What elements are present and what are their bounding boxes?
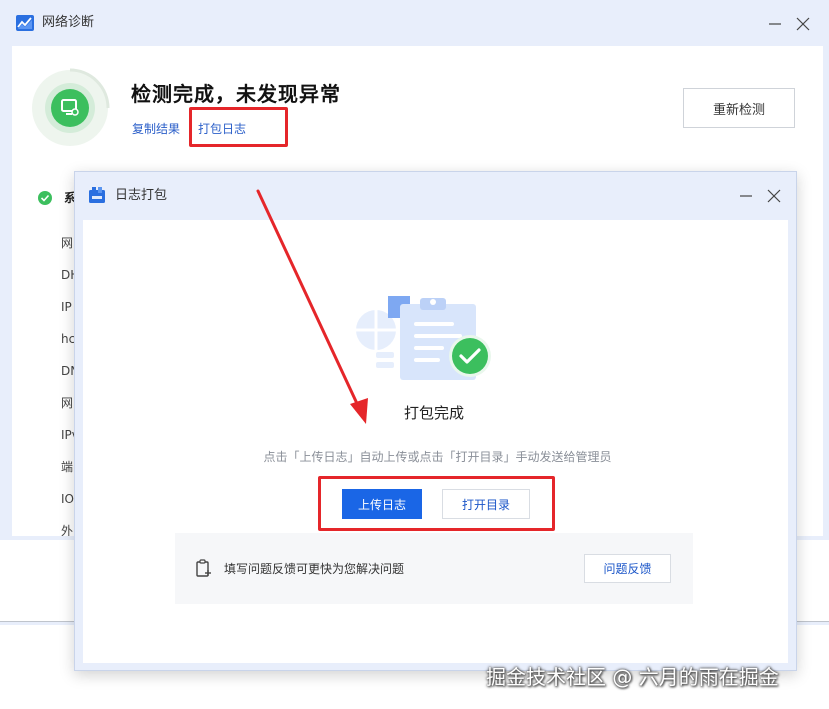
watermark-text: 掘金技术社区 @ 六月的雨在掘金 [486, 665, 779, 689]
instruction-text: 点击「上传日志」自动上传或点击「打开目录」手动发送给管理员 [263, 450, 612, 464]
main-titlebar: 网络诊断 [0, 0, 829, 46]
dialog-minimize-button[interactable] [733, 183, 759, 209]
diagnosis-item: 外 [61, 524, 74, 536]
minimize-button[interactable] [762, 11, 788, 37]
diagnosis-item: IP [61, 300, 72, 314]
close-button[interactable] [790, 11, 816, 37]
minimize-icon [740, 195, 752, 197]
diagnosis-item: IO [61, 492, 74, 506]
feedback-button[interactable]: 问题反馈 [584, 554, 671, 583]
check-circle-icon [38, 191, 52, 205]
feedback-hint-text: 填写问题反馈可更快为您解决问题 [224, 562, 405, 576]
minimize-icon [769, 23, 781, 25]
annotation-highlight-box [189, 107, 288, 147]
dialog-title: 日志打包 [115, 188, 168, 203]
package-icon [89, 187, 105, 203]
clipboard-check-icon [356, 296, 491, 380]
diagnosis-ok-icon [32, 68, 110, 146]
annotation-highlight-box [318, 476, 555, 531]
close-icon [767, 189, 781, 203]
redetect-button[interactable]: 重新检测 [683, 88, 795, 128]
network-chart-icon [16, 15, 34, 31]
diagnosis-item: 网 [61, 236, 74, 250]
close-icon [796, 17, 810, 31]
copy-result-link[interactable]: 复制结果 [132, 121, 180, 137]
feedback-clipboard-icon [196, 559, 211, 577]
result-title: 检测完成，未发现异常 [131, 82, 341, 106]
pack-complete-status: 打包完成 [403, 404, 464, 422]
window-title: 网络诊断 [42, 15, 95, 30]
dialog-close-button[interactable] [761, 183, 787, 209]
